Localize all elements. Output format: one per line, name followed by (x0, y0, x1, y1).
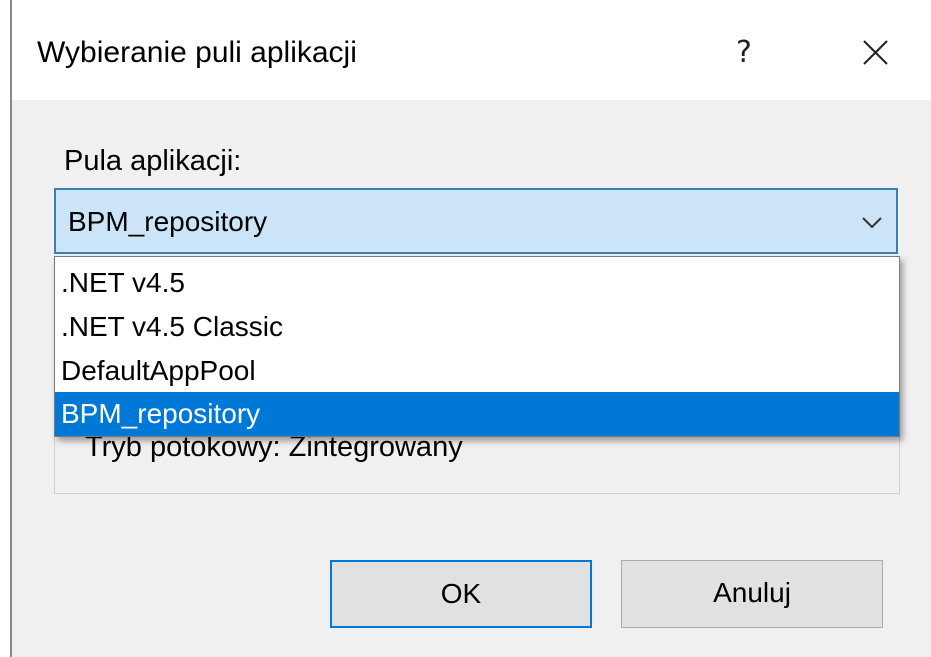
ok-button[interactable]: OK (330, 560, 592, 628)
chevron-down-icon (862, 217, 882, 229)
dropdown-option-highlighted[interactable]: BPM_repository (55, 392, 899, 436)
help-button[interactable]: ? (724, 30, 764, 76)
app-pool-dropdown-list: .NET v4.5 .NET v4.5 Classic DefaultAppPo… (54, 256, 900, 437)
cancel-button[interactable]: Anuluj (621, 560, 883, 628)
title-bar: Wybieranie puli aplikacji ? (12, 0, 931, 100)
dropdown-option[interactable]: .NET v4.5 (55, 261, 899, 305)
dropdown-option[interactable]: .NET v4.5 Classic (55, 305, 899, 349)
app-pool-selected-value: BPM_repository (68, 206, 268, 237)
select-app-pool-dialog: Wybieranie puli aplikacji ? Pula aplikac… (12, 0, 931, 657)
app-pool-label: Pula aplikacji: (64, 145, 242, 177)
background-window-edge (0, 0, 12, 657)
close-button[interactable] (852, 30, 898, 76)
dropdown-option[interactable]: DefaultAppPool (55, 349, 899, 393)
app-pool-select[interactable]: BPM_repository (54, 188, 898, 254)
dialog-title: Wybieranie puli aplikacji (37, 36, 357, 69)
close-icon (863, 40, 888, 65)
